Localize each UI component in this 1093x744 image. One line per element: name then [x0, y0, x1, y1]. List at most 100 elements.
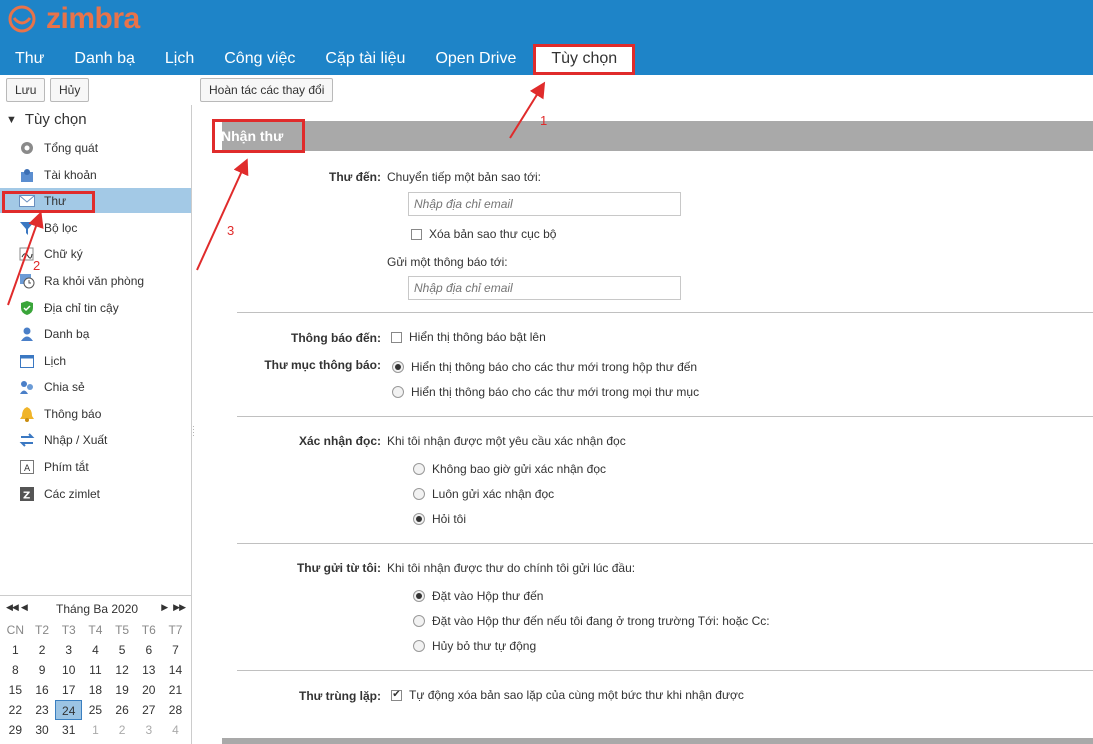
sidebar-item-label: Tài khoản — [44, 167, 97, 182]
tab-open-drive[interactable]: Open Drive — [420, 44, 531, 75]
save-button[interactable]: Lưu — [6, 78, 46, 102]
tree-header-label: Tùy chọn — [24, 111, 87, 128]
calendar-day[interactable]: 4 — [82, 640, 109, 660]
rr-always-row[interactable]: Luôn gửi xác nhận đọc — [413, 487, 554, 501]
popup-notification-row[interactable]: Hiển thị thông báo bật lên — [391, 330, 546, 344]
sidebar-item-sharing[interactable]: Chia sẻ — [0, 374, 191, 399]
auto-delete-duplicate-row[interactable]: ✔ Tự động xóa bản sao lặp của cùng một b… — [391, 688, 744, 702]
calendar-day[interactable]: 15 — [2, 680, 29, 700]
calendar-day[interactable]: 25 — [82, 700, 109, 720]
zimbra-logo[interactable]: zimbra — [4, 2, 140, 36]
sidebar-item-account[interactable]: Tài khoản — [0, 162, 191, 187]
calendar-day[interactable]: 9 — [29, 660, 56, 680]
fm-inbox-row[interactable]: Đặt vào Hộp thư đến — [413, 589, 543, 603]
next-month-icon[interactable]: ▶ ▶▶ — [161, 602, 186, 613]
tab-contacts[interactable]: Danh bạ — [59, 44, 150, 75]
sidebar-item-signature[interactable]: Chữ ký — [0, 241, 191, 266]
calendar-day[interactable]: 3 — [135, 720, 162, 740]
calendar-day[interactable]: 29 — [2, 720, 29, 740]
mini-calendar-grid: CN T2 T3 T4 T5 T6 T7 1 2 3 4 5 6 7 8 9 10 11 12 13 14 15 16 17 1… — [2, 620, 191, 740]
notify-all-folders-row[interactable]: Hiển thị thông báo cho các thư mới trong… — [392, 385, 699, 399]
contact-icon — [18, 325, 35, 342]
forward-email-input[interactable] — [408, 192, 681, 216]
calendar-day[interactable]: 11 — [82, 660, 109, 680]
fm-inbox-if-row[interactable]: Đặt vào Hộp thư đến nếu tôi đang ở trong… — [413, 614, 770, 628]
calendar-day[interactable]: 16 — [29, 680, 56, 700]
collapse-triangle-icon[interactable]: ▼ — [6, 114, 17, 126]
calendar-day[interactable]: 21 — [162, 680, 189, 700]
sidebar-splitter[interactable]: · · · · — [192, 422, 195, 440]
rr-ask-row[interactable]: Hỏi tôi — [413, 512, 466, 526]
sidebar-item-out-of-office[interactable]: Ra khỏi văn phòng — [0, 268, 191, 293]
import-export-icon — [18, 431, 35, 448]
calendar-day[interactable]: 27 — [135, 700, 162, 720]
tab-calendar[interactable]: Lịch — [150, 44, 209, 75]
sidebar-item-import-export[interactable]: Nhập / Xuất — [0, 427, 191, 452]
revert-changes-button[interactable]: Hoàn tác các thay đổi — [200, 78, 334, 102]
calendar-day[interactable]: 4 — [162, 720, 189, 740]
rr-never-row[interactable]: Không bao giờ gửi xác nhận đọc — [413, 462, 606, 476]
sidebar-item-label: Lịch — [44, 353, 67, 368]
calendar-day[interactable]: 19 — [109, 680, 136, 700]
calendar-day[interactable]: 24 — [55, 700, 83, 720]
fm-inbox-if-radio[interactable] — [413, 615, 425, 627]
calendar-day[interactable]: 23 — [29, 700, 56, 720]
sidebar-item-label: Các zimlet — [44, 486, 101, 501]
calendar-day[interactable]: 26 — [109, 700, 136, 720]
sidebar-item-filters[interactable]: Bộ lọc — [0, 215, 191, 240]
calendar-day[interactable]: 20 — [135, 680, 162, 700]
tab-briefcase[interactable]: Cặp tài liệu — [310, 44, 420, 75]
notify-inbox-radio[interactable] — [392, 361, 404, 373]
delete-local-copy-row[interactable]: Xóa bản sao thư cục bộ — [411, 227, 556, 241]
sidebar-item-zimlets[interactable]: Z Các zimlet — [0, 481, 191, 506]
tab-preferences[interactable]: Tùy chọn — [533, 44, 636, 75]
rr-ask-radio[interactable] — [413, 513, 425, 525]
sidebar-item-shortcuts[interactable]: A Phím tắt — [0, 454, 191, 479]
calendar-day[interactable]: 22 — [2, 700, 29, 720]
fm-delete-radio[interactable] — [413, 640, 425, 652]
delete-local-copy-checkbox[interactable] — [411, 228, 422, 240]
calendar-day[interactable]: 8 — [2, 660, 29, 680]
calendar-day[interactable]: 7 — [162, 640, 189, 660]
popup-notification-checkbox[interactable] — [391, 331, 402, 343]
calendar-day[interactable]: 31 — [55, 720, 82, 740]
cancel-button[interactable]: Hủy — [50, 78, 90, 102]
fm-inbox-radio[interactable] — [413, 590, 425, 602]
notify-email-input[interactable] — [408, 276, 681, 300]
fm-delete-row[interactable]: Hủy bỏ thư tự động — [413, 639, 536, 653]
calendar-day[interactable]: 10 — [55, 660, 82, 680]
sidebar-item-contacts[interactable]: Danh bạ — [0, 321, 191, 346]
calendar-day[interactable]: 14 — [162, 660, 189, 680]
calendar-day[interactable]: 12 — [109, 660, 136, 680]
sidebar-item-trusted-addresses[interactable]: Địa chỉ tin cậy — [0, 295, 191, 320]
calendar-day[interactable]: 5 — [109, 640, 136, 660]
day-of-week-label: T3 — [61, 623, 76, 637]
calendar-day[interactable]: 13 — [135, 660, 162, 680]
calendar-day[interactable]: 1 — [2, 640, 29, 660]
calendar-icon — [18, 352, 35, 369]
rr-never-radio[interactable] — [413, 463, 425, 475]
calendar-day[interactable]: 18 — [82, 680, 109, 700]
auto-delete-duplicate-checkbox[interactable]: ✔ — [391, 689, 402, 701]
calendar-day[interactable]: 2 — [29, 640, 56, 660]
calendar-day[interactable]: 3 — [55, 640, 82, 660]
calendar-day[interactable]: 2 — [109, 720, 136, 740]
sidebar-item-general[interactable]: Tổng quát — [0, 135, 191, 160]
notify-inbox-row[interactable]: Hiển thị thông báo cho các thư mới trong… — [392, 360, 697, 374]
notify-all-folders-radio[interactable] — [392, 386, 404, 398]
prev-month-icon[interactable]: ◀◀ ◀ — [6, 602, 28, 613]
preferences-tree-header[interactable]: ▼ Tùy chọn — [6, 111, 87, 128]
tab-mail[interactable]: Thư — [0, 44, 59, 75]
sidebar-item-notifications[interactable]: Thông báo — [0, 401, 191, 426]
rr-always-radio[interactable] — [413, 488, 425, 500]
calendar-day[interactable]: 6 — [135, 640, 162, 660]
sidebar-item-calendar[interactable]: Lịch — [0, 348, 191, 373]
calendar-day[interactable]: 1 — [82, 720, 109, 740]
tab-tasks[interactable]: Công việc — [209, 44, 310, 75]
sidebar-item-label: Phím tắt — [44, 459, 89, 474]
calendar-day[interactable]: 17 — [55, 680, 82, 700]
calendar-day[interactable]: 28 — [162, 700, 189, 720]
mini-calendar: ◀◀ ◀ Tháng Ba 2020 ▶ ▶▶ CN T2 T3 T4 T5 T6 T7 1 2… — [0, 595, 191, 740]
calendar-day[interactable]: 30 — [29, 720, 56, 740]
rr-ask-label: Hỏi tôi — [432, 512, 467, 526]
